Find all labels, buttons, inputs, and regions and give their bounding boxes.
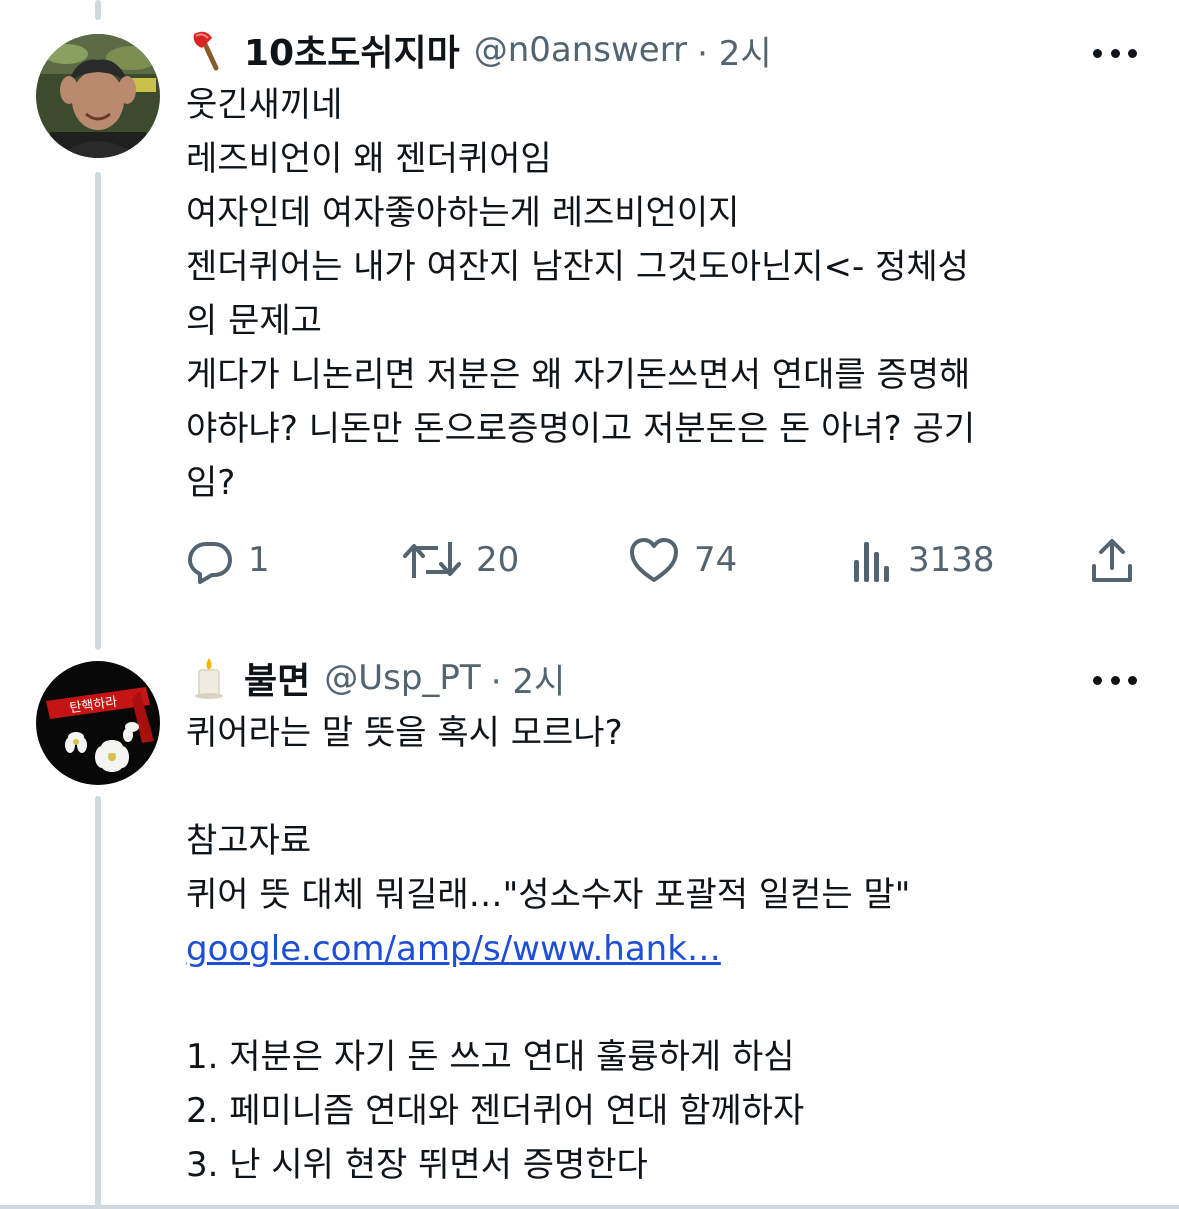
like-count: 74 <box>694 540 738 580</box>
dot-icon <box>1128 48 1137 58</box>
text-line: 2. 페미니즘 연대와 젠더퀴어 연대 함께하자 <box>186 1091 805 1131</box>
tweet-text: 퀴어라는 말 뜻을 혹시 모르나? 참고자료 퀴어 뜻 대체 뭐길래…"성소수자… <box>186 706 1146 1192</box>
dot-icon <box>1128 675 1137 685</box>
dot-icon <box>1110 675 1120 685</box>
thread-line-top <box>95 0 101 20</box>
text-line: 여자인데 여자좋아하는게 레즈비언이지 <box>186 193 740 233</box>
text-line: 임? <box>186 463 236 503</box>
analytics-icon <box>854 542 889 582</box>
retweet-icon <box>403 542 461 578</box>
avatar-photo <box>36 34 160 158</box>
link[interactable]: google.com/amp/s/www.hank… <box>186 922 1146 976</box>
reply-count: 1 <box>248 540 270 580</box>
handle[interactable]: @Usp_PT <box>324 658 480 698</box>
dot-icon <box>1110 48 1120 58</box>
avatar[interactable] <box>36 34 160 158</box>
candle-icon <box>186 656 232 700</box>
timestamp[interactable]: · 2시 <box>697 26 772 75</box>
text-line: 의 문제고 <box>186 301 322 341</box>
view-count: 3138 <box>908 540 995 580</box>
tweet-text: 웃긴새끼네 레즈비언이 왜 젠더퀴어임 여자인데 여자좋아하는게 레즈비언이지 … <box>186 78 1146 510</box>
text-line <box>186 760 1146 814</box>
divider <box>0 1205 1179 1209</box>
thread-line-1 <box>95 172 101 650</box>
text-line: 젠더퀴어는 내가 여잔지 남잔지 그것도아닌지<- 정체성 <box>186 247 969 287</box>
action-bar: 1 20 74 3138 <box>186 530 1146 590</box>
reply-button[interactable]: 1 <box>186 530 270 590</box>
timestamp[interactable]: · 2시 <box>491 654 566 703</box>
views-button[interactable]: 3138 <box>852 530 995 590</box>
retweet-button[interactable]: 20 <box>402 530 519 590</box>
reply-icon <box>188 542 232 584</box>
retweet-count: 20 <box>476 540 520 580</box>
tweet-header: 10초도쉬지마 @n0answerr · 2시 <box>186 26 772 75</box>
avatar-photo: 탄핵하라 <box>36 661 160 785</box>
text-line: 퀴어라는 말 뜻을 혹시 모르나? <box>186 713 623 753</box>
handle[interactable]: @n0answerr <box>474 30 687 70</box>
share-icon <box>1092 539 1132 582</box>
text-line: 퀴어 뜻 대체 뭐길래…"성소수자 포괄적 일컫는 말" <box>186 875 911 915</box>
heart-icon <box>630 538 678 582</box>
dot-icon <box>1093 48 1102 58</box>
display-name[interactable]: 10초도쉬지마 <box>244 24 460 76</box>
more-options-button[interactable] <box>1093 43 1137 63</box>
dot-icon <box>1093 675 1102 685</box>
text-line: 레즈비언이 왜 젠더퀴어임 <box>186 139 552 179</box>
like-button[interactable]: 74 <box>628 530 737 590</box>
more-options-button[interactable] <box>1093 670 1137 690</box>
avatar[interactable]: 탄핵하라 <box>36 661 160 785</box>
text-line: 웃긴새끼네 <box>186 85 343 125</box>
display-name[interactable]: 불면 <box>244 652 310 704</box>
thread-line-2 <box>95 796 101 1209</box>
axe-icon <box>186 28 232 72</box>
text-line: 1. 저분은 자기 돈 쓰고 연대 훌륭하게 하심 <box>186 1037 795 1077</box>
text-line: 참고자료 <box>186 821 312 861</box>
tweet-header: 불면 @Usp_PT · 2시 <box>186 654 566 703</box>
text-line: 야하냐? 니돈만 돈으로증명이고 저분돈은 돈 아녀? 공기 <box>186 409 976 449</box>
text-line <box>186 976 1146 1030</box>
share-button[interactable] <box>1090 530 1134 590</box>
text-line: 게다가 니논리면 저분은 왜 자기돈쓰면서 연대를 증명해 <box>186 355 971 395</box>
text-line: 3. 난 시위 현장 뛰면서 증명한다 <box>186 1145 648 1185</box>
